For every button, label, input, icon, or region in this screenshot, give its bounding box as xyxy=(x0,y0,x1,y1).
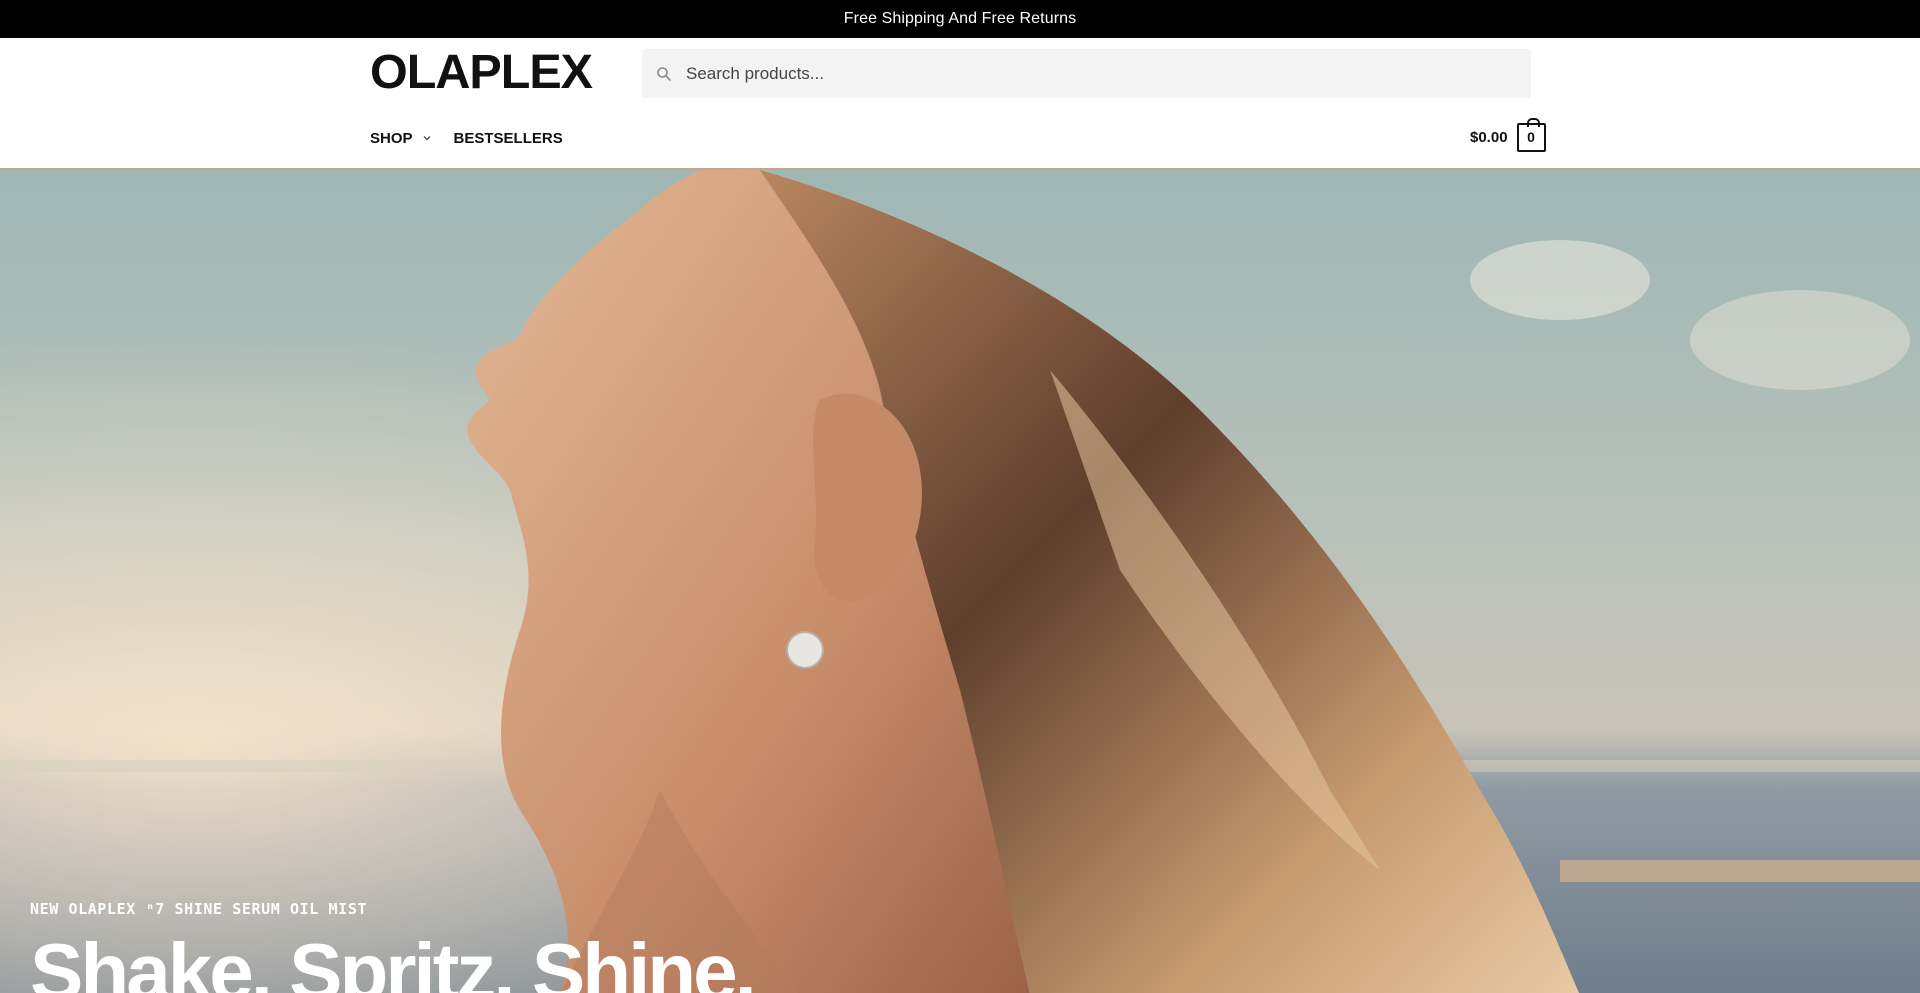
nav-item-label: SHOP xyxy=(370,129,413,147)
search-bar[interactable] xyxy=(642,49,1531,98)
announcement-text: Free Shipping And Free Returns xyxy=(843,10,1077,27)
brand-name: OLAPLEX xyxy=(370,52,593,92)
hero-headline: Shake. Spritz. Shine. xyxy=(30,927,757,993)
hero-banner[interactable]: NEW OLAPLEX ⁿ7 SHINE SERUM OIL MIST Shak… xyxy=(0,168,1920,993)
olaplex-logo: OLAPLEX xyxy=(370,52,594,92)
hero-image xyxy=(0,170,1920,993)
cart-bag-icon: 0 xyxy=(1516,117,1546,152)
main-nav: SHOP BESTSELLERS xyxy=(370,126,563,150)
hero-text: NEW OLAPLEX ⁿ7 SHINE SERUM OIL MIST Shak… xyxy=(30,900,757,993)
cart-button[interactable]: $0.00 0 xyxy=(1470,117,1546,152)
nav-item-bestsellers[interactable]: BESTSELLERS xyxy=(454,130,563,147)
nav-item-label: BESTSELLERS xyxy=(453,129,563,147)
cart-count: 0 xyxy=(1527,129,1535,145)
cart-total: $0.00 xyxy=(1470,128,1508,146)
brand-logo[interactable]: OLAPLEX xyxy=(370,52,594,92)
search-input[interactable] xyxy=(686,49,1506,98)
chevron-down-icon xyxy=(423,136,430,141)
nav-item-shop[interactable]: SHOP xyxy=(370,130,432,147)
search-icon xyxy=(657,66,671,81)
hero-eyebrow: NEW OLAPLEX ⁿ7 SHINE SERUM OIL MIST xyxy=(30,900,368,918)
announcement-bar: Free Shipping And Free Returns xyxy=(0,0,1920,38)
